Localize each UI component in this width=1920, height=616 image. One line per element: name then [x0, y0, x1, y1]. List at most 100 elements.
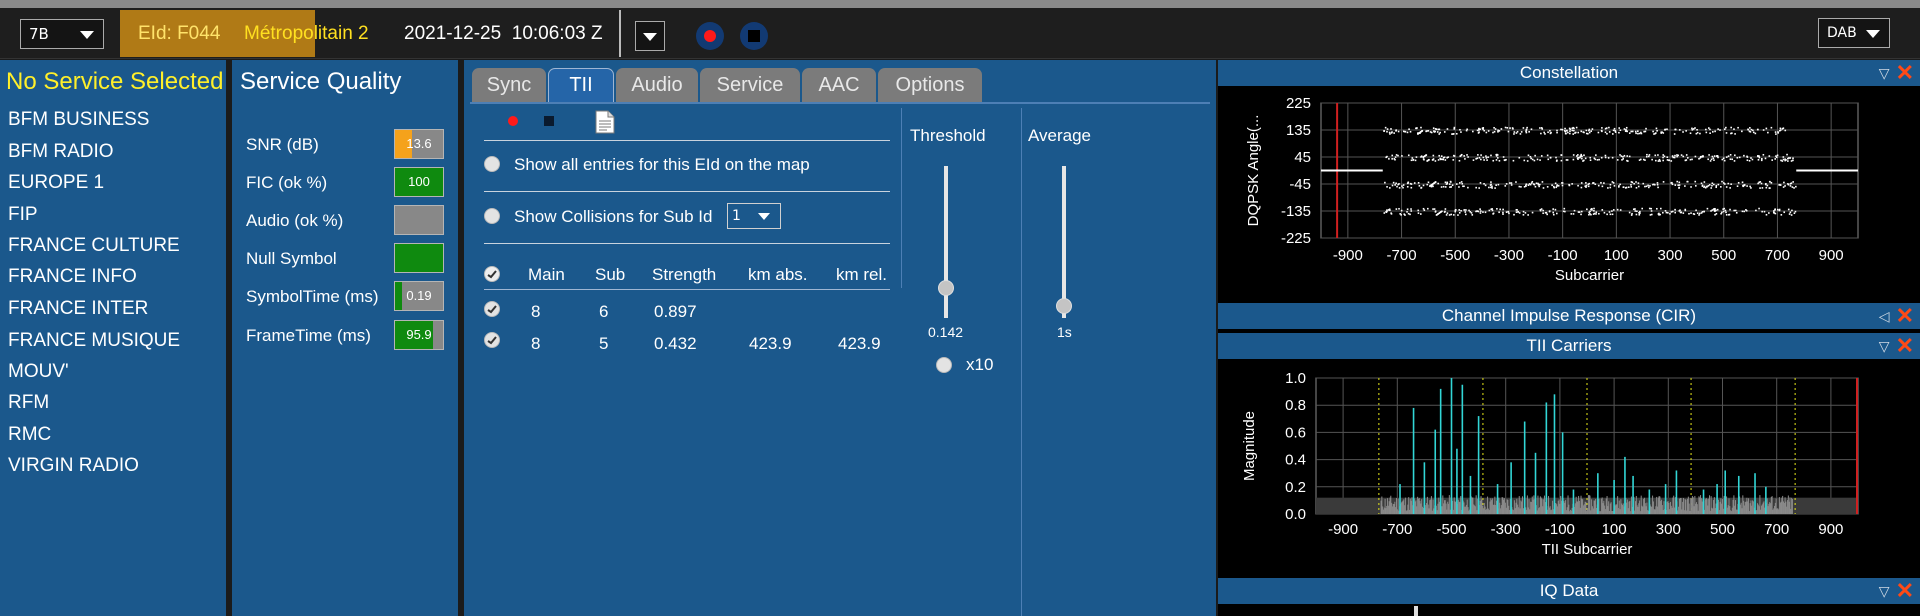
- close-dock-icon[interactable]: ✕: [1896, 333, 1914, 359]
- tab-options[interactable]: Options: [878, 68, 982, 102]
- service-item[interactable]: MOUV': [8, 361, 69, 383]
- y-tick-label: -135: [1281, 203, 1311, 220]
- service-item[interactable]: BFM BUSINESS: [8, 109, 149, 131]
- stop-button[interactable]: [740, 22, 768, 50]
- x-tick-label: 900: [1819, 247, 1844, 264]
- constellation-point: [1784, 185, 1786, 187]
- constellation-point: [1628, 211, 1631, 214]
- constellation-point: [1528, 130, 1530, 133]
- quality-label: FIC (ok %): [246, 173, 328, 192]
- close-dock-icon[interactable]: ✕: [1896, 578, 1914, 604]
- tii-carriers-dock-header[interactable]: TII Carriers ▽ ✕: [1218, 333, 1920, 359]
- constellation-point: [1437, 128, 1440, 131]
- row-checkbox[interactable]: [484, 301, 500, 317]
- service-item[interactable]: BFM RADIO: [8, 141, 114, 163]
- service-item[interactable]: FRANCE INTER: [8, 298, 148, 320]
- constellation-point: [1719, 129, 1721, 131]
- sub-id-select[interactable]: 1: [727, 203, 781, 229]
- constellation-point: [1611, 156, 1614, 159]
- constellation-point: [1673, 133, 1676, 135]
- constellation-point: [1762, 153, 1765, 156]
- x-tick-label: -300: [1494, 247, 1524, 264]
- service-item[interactable]: FRANCE INFO: [8, 266, 137, 288]
- service-item[interactable]: RMC: [8, 424, 51, 446]
- tii-stop-icon[interactable]: [544, 116, 554, 126]
- average-slider-knob[interactable]: [1056, 298, 1072, 314]
- constellation-point: [1770, 126, 1773, 129]
- menu-dropdown-button[interactable]: [635, 21, 665, 51]
- close-dock-icon[interactable]: ✕: [1896, 303, 1914, 329]
- eid-label: EId: F044: [138, 23, 221, 44]
- constellation-point: [1458, 159, 1461, 162]
- float-dock-icon[interactable]: ▽: [1879, 60, 1890, 86]
- tii-record-icon[interactable]: [508, 116, 518, 126]
- tab-aac[interactable]: AAC: [802, 68, 876, 102]
- tab-audio[interactable]: Audio: [616, 68, 698, 102]
- expand-dock-icon[interactable]: ◁: [1879, 303, 1890, 329]
- threshold-slider-knob[interactable]: [938, 280, 954, 296]
- constellation-point: [1423, 209, 1426, 211]
- constellation-point: [1460, 209, 1462, 212]
- constellation-point: [1680, 154, 1683, 156]
- float-dock-icon[interactable]: ▽: [1879, 333, 1890, 359]
- constellation-point: [1591, 209, 1593, 211]
- constellation-point: [1644, 185, 1646, 188]
- show-collisions-radio[interactable]: [484, 208, 500, 224]
- row-checkbox[interactable]: [484, 332, 500, 348]
- tab-tii[interactable]: TII: [548, 68, 614, 102]
- constellation-point: [1445, 183, 1448, 185]
- x10-radio[interactable]: [936, 357, 952, 373]
- close-dock-icon[interactable]: ✕: [1896, 60, 1914, 86]
- constellation-point: [1581, 155, 1583, 158]
- float-dock-icon[interactable]: ▽: [1879, 578, 1890, 604]
- service-item[interactable]: FRANCE MUSIQUE: [8, 330, 180, 352]
- constellation-point: [1603, 211, 1606, 214]
- y-tick-label: 0.8: [1285, 397, 1306, 414]
- constellation-point: [1513, 213, 1515, 216]
- iq-slider[interactable]: [1414, 606, 1418, 616]
- channel-select[interactable]: 7B: [20, 19, 104, 49]
- service-item[interactable]: RFM: [8, 392, 49, 414]
- constellation-point: [1714, 130, 1716, 133]
- service-item[interactable]: FRANCE CULTURE: [8, 235, 180, 257]
- constellation-point: [1601, 209, 1604, 211]
- constellation-point: [1790, 214, 1793, 216]
- column-strength: Strength: [652, 265, 717, 284]
- show-collisions-label: Show Collisions for Sub Id: [514, 207, 713, 226]
- iq-dock-header[interactable]: IQ Data ▽ ✕: [1218, 578, 1920, 604]
- constellation-point: [1491, 187, 1493, 189]
- constellation-point: [1444, 210, 1446, 213]
- constellation-point: [1477, 132, 1480, 134]
- mode-select[interactable]: DAB: [1818, 18, 1890, 48]
- constellation-point: [1495, 154, 1498, 157]
- service-item[interactable]: VIRGIN RADIO: [8, 455, 139, 477]
- constellation-dock-header[interactable]: Constellation ▽ ✕: [1218, 60, 1920, 86]
- constellation-point: [1476, 210, 1479, 212]
- dock-buttons: ▽ ✕: [1879, 578, 1914, 604]
- service-item[interactable]: FIP: [8, 204, 38, 226]
- tab-service[interactable]: Service: [700, 68, 800, 102]
- average-slider-track[interactable]: [1062, 166, 1066, 318]
- constellation-point: [1662, 211, 1664, 214]
- constellation-point: [1627, 186, 1630, 189]
- constellation-point: [1655, 132, 1657, 134]
- record-button[interactable]: [696, 22, 724, 50]
- constellation-point: [1638, 213, 1641, 216]
- constellation-point: [1635, 186, 1638, 189]
- constellation-point: [1415, 127, 1417, 130]
- constellation-point: [1488, 186, 1490, 189]
- tab-sync[interactable]: Sync: [472, 68, 546, 102]
- service-item[interactable]: EUROPE 1: [8, 172, 104, 194]
- constellation-point: [1397, 130, 1400, 133]
- select-all-checkbox[interactable]: [484, 266, 500, 282]
- constellation-point: [1417, 209, 1420, 212]
- constellation-point: [1765, 186, 1768, 189]
- toolbar: 7B EId: F044 Métropolitain 2 2021-12-25 …: [0, 8, 1920, 59]
- constellation-point: [1427, 130, 1430, 132]
- cir-dock-header[interactable]: Channel Impulse Response (CIR) ◁ ✕: [1218, 303, 1920, 329]
- x-tick-label: 500: [1710, 521, 1735, 538]
- show-all-radio[interactable]: [484, 156, 500, 172]
- constellation-point: [1527, 184, 1530, 187]
- document-icon[interactable]: [595, 110, 615, 134]
- constellation-point: [1725, 211, 1727, 214]
